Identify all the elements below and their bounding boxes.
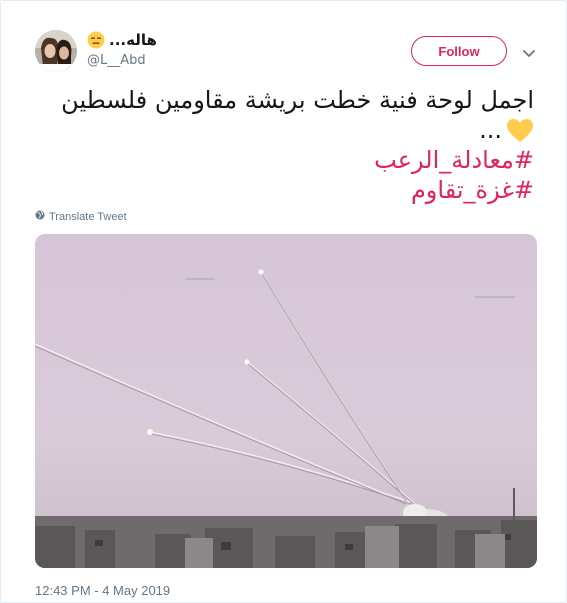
author-name[interactable]: ...هاله bbox=[109, 31, 157, 49]
avatar[interactable] bbox=[35, 30, 77, 72]
author-name-row[interactable]: ...هاله bbox=[87, 31, 157, 49]
tweet-line-1: اجمل لوحة فنية خطت بريشة مقاومين فلسطين bbox=[61, 86, 534, 114]
tweet-ellipsis: ... bbox=[479, 116, 502, 144]
tweet-timestamp[interactable]: 12:43 PM - 4 May 2019 bbox=[35, 583, 170, 598]
tweet-text: اجمل لوحة فنية خطت بريشة مقاومين فلسطين … bbox=[34, 85, 534, 205]
translate-label[interactable]: Translate Tweet bbox=[49, 211, 127, 223]
hashtag-link-1[interactable]: #معادلة_الرعب bbox=[34, 145, 534, 175]
chevron-down-icon[interactable] bbox=[522, 44, 536, 58]
expressionless-face-icon bbox=[87, 31, 105, 49]
tweet-photo[interactable] bbox=[35, 234, 537, 568]
globe-icon bbox=[35, 210, 45, 223]
follow-button[interactable]: Follow bbox=[411, 36, 507, 66]
yellow-heart-icon bbox=[506, 118, 534, 144]
author-handle[interactable]: @L__Abd bbox=[87, 53, 146, 68]
translate-tweet-link[interactable]: Translate Tweet bbox=[35, 210, 127, 223]
tweet-line-2: ... bbox=[34, 115, 534, 145]
hashtag-link-2[interactable]: #غزة_تقاوم bbox=[34, 175, 534, 205]
tweet-card: ...هاله @L__Abd Follow اجمل لوحة فنية خط… bbox=[0, 0, 567, 603]
